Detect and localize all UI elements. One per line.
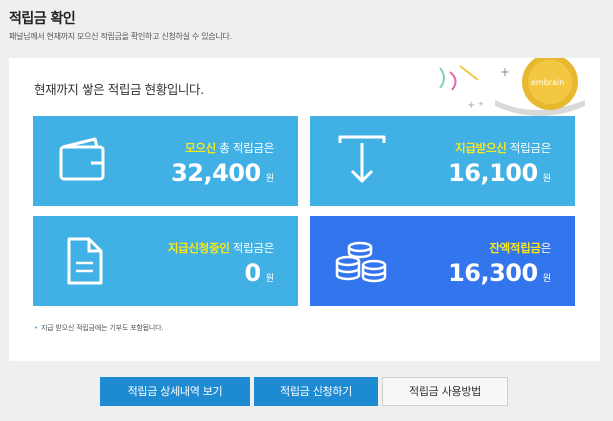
card-label: 모으신 총 적립금은	[185, 140, 274, 156]
apply-points-button[interactable]: 적립금 신청하기	[254, 377, 378, 406]
card-label: 잔액적립금은	[489, 240, 551, 256]
amount-value: 16,100	[448, 159, 538, 187]
paid-out-card: 지급받으신 적립금은 16,100 원	[310, 116, 575, 206]
card-label-rest: 적립금은	[229, 241, 274, 255]
card-label-rest: 은	[540, 241, 552, 255]
svg-text:+: +	[467, 100, 475, 111]
card-label-highlight: 모으신	[185, 141, 216, 155]
amount-unit: 원	[542, 174, 551, 184]
card-amount: 32,400 원	[171, 159, 274, 187]
document-icon	[67, 237, 103, 285]
view-details-button[interactable]: 적립금 상세내역 보기	[100, 377, 250, 406]
card-amount: 0원	[245, 259, 274, 287]
download-arrow-icon	[338, 135, 386, 184]
svg-text:+: +	[500, 65, 510, 79]
card-amount: 16,300 원	[448, 259, 551, 287]
coin-logo-text: embrain	[531, 78, 564, 87]
card-label-highlight: 지급받으신	[455, 141, 507, 155]
card-label-highlight: 지급신청중인	[167, 241, 230, 255]
card-label: 지급받으신 적립금은	[455, 140, 551, 156]
pending-request-card: 지급신청중인 적립금은 0원	[33, 216, 298, 306]
coins-stack-icon	[335, 241, 387, 283]
footnote-text: 지급 받으신 적립금에는 기부도 포함됩니다.	[40, 324, 164, 332]
card-label-rest: 총 적립금은	[215, 141, 274, 155]
amount-value: 16,300	[448, 259, 538, 287]
page-description: 패널님께서 현재까지 모으신 적립금을 확인하고 신청하실 수 있습니다.	[9, 32, 232, 41]
bullet-icon: •	[34, 324, 38, 332]
amount-unit: 원	[542, 274, 551, 284]
svg-text:+: +	[478, 100, 484, 108]
card-amount: 16,100 원	[448, 159, 551, 187]
amount-value: 0	[244, 259, 262, 287]
balance-card: 잔액적립금은 16,300 원	[310, 216, 575, 306]
points-summary-panel: + + + embrain 현재까지 쌓은 적립금 현황입니다. 모으신 총 적…	[9, 58, 600, 361]
card-label: 지급신청중인 적립금은	[168, 240, 274, 256]
amount-unit: 원	[265, 174, 274, 184]
panel-heading: 현재까지 쌓은 적립금 현황입니다.	[34, 82, 204, 97]
total-earned-card: 모으신 총 적립금은 32,400 원	[33, 116, 298, 206]
wallet-icon	[59, 137, 105, 181]
how-to-use-button[interactable]: 적립금 사용방법	[382, 377, 508, 406]
amount-value: 32,400	[171, 159, 261, 187]
card-label-rest: 적립금은	[506, 141, 551, 155]
card-label-highlight: 잔액적립금	[489, 241, 541, 255]
footnote: • 지급 받으신 적립금에는 기부도 포함됩니다.	[34, 323, 164, 333]
page-title: 적립금 확인	[9, 11, 76, 27]
amount-unit: 원	[265, 274, 274, 284]
